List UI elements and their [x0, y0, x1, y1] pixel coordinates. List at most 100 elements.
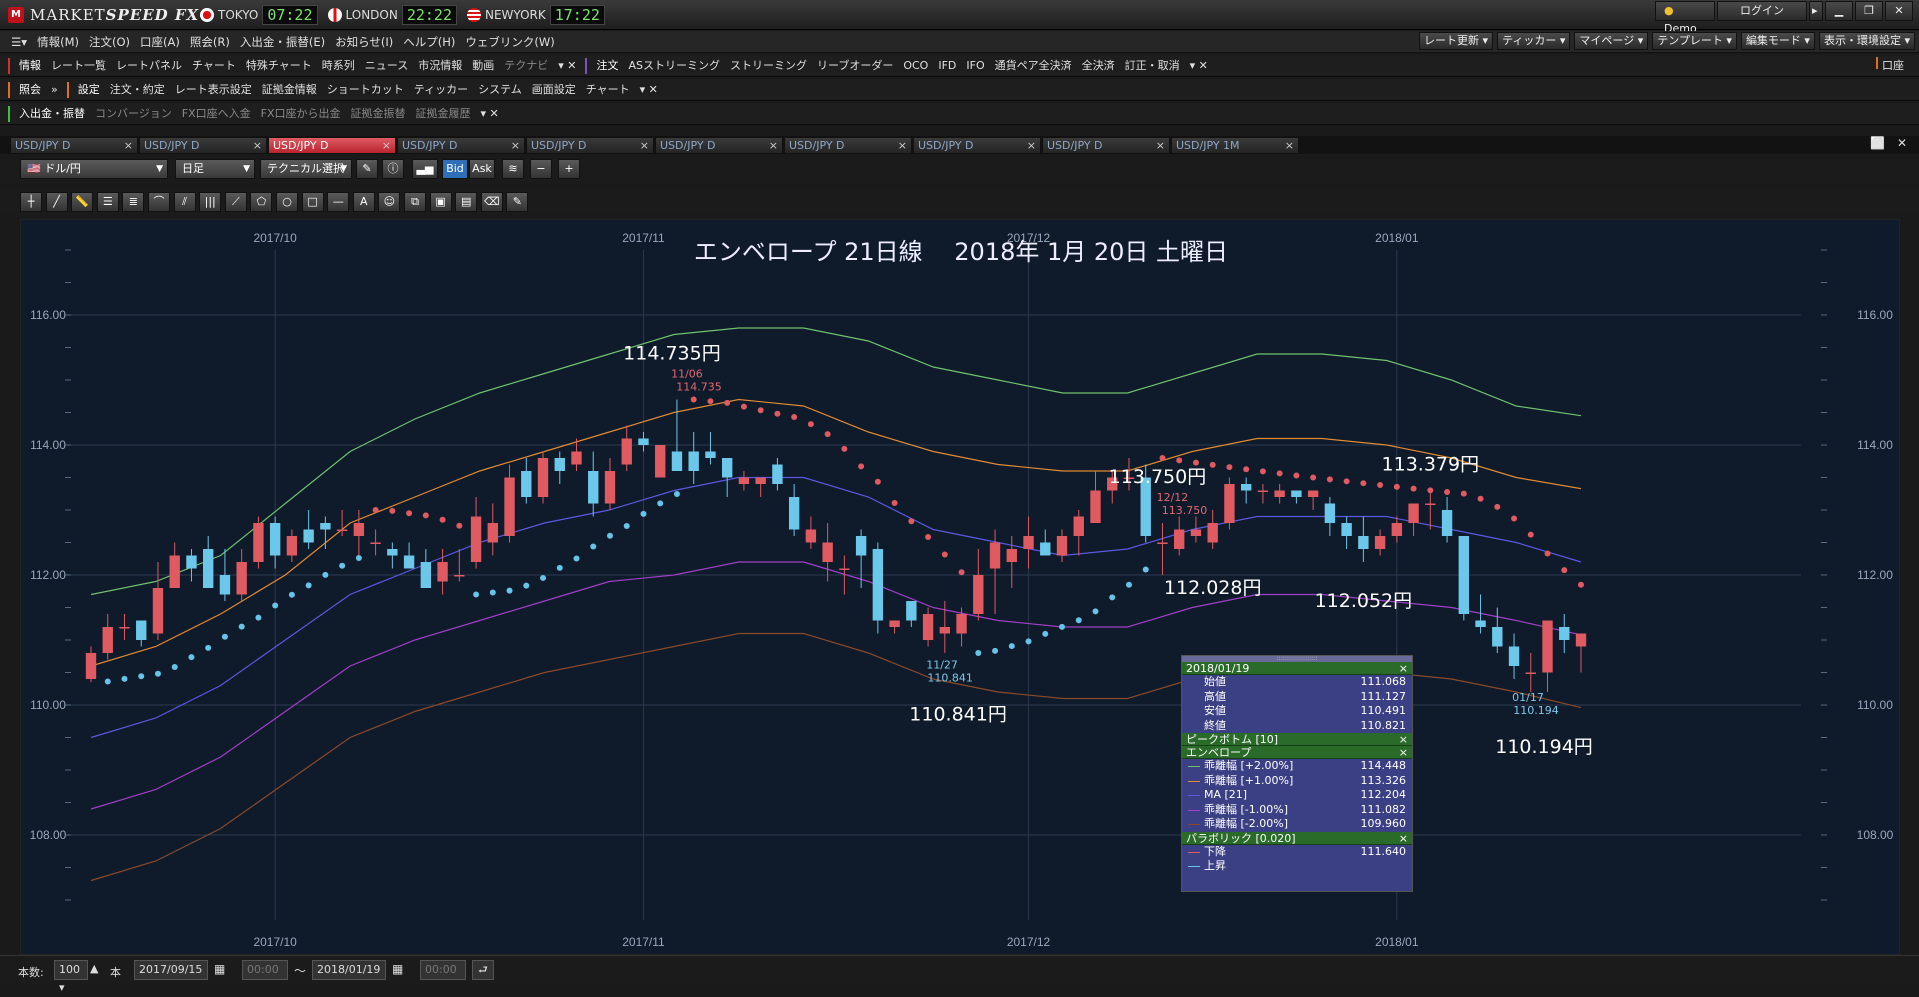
tab-close-icon[interactable]: ×	[769, 138, 778, 154]
channel-icon[interactable]: ⟋	[224, 192, 247, 212]
trend-icon[interactable]: ⫽	[173, 192, 196, 212]
fan-icon[interactable]: ⌒	[148, 192, 170, 212]
menu-item-7[interactable]: ウェブリンク(W)	[460, 31, 559, 53]
multiline-icon[interactable]: ≣	[122, 192, 145, 212]
order-item-7[interactable]: 全決済	[1077, 55, 1120, 77]
demo-button[interactable]: ● Demo	[1655, 1, 1715, 35]
ask-button[interactable]: Ask	[469, 159, 495, 179]
login-button[interactable]: ログイン	[1717, 1, 1807, 21]
chart-tab-2[interactable]: USD/JPY D ×	[268, 137, 396, 154]
order-item-4[interactable]: IFD	[933, 55, 961, 77]
order-item-0[interactable]: ASストリーミング	[623, 55, 725, 77]
login-arrow-button[interactable]: ▸	[1809, 1, 1823, 21]
eraser-icon[interactable]: ⌫	[480, 192, 503, 212]
bid-button[interactable]: Bid	[442, 159, 468, 179]
hline-icon[interactable]: ☰	[96, 192, 119, 212]
tab-close-icon[interactable]: ×	[124, 138, 133, 154]
menu-item-3[interactable]: 照会(R)	[185, 31, 235, 53]
settings-item-6[interactable]: 画面設定	[527, 79, 581, 101]
from-date-field[interactable]: 2017/09/15	[134, 960, 208, 980]
line-icon[interactable]: ╱	[45, 192, 68, 212]
tab-close-icon[interactable]: ×	[1285, 138, 1294, 154]
chart-tab-0[interactable]: USD/JPY D ×	[10, 137, 138, 154]
circle-icon[interactable]: ○	[276, 192, 298, 212]
transfer-item-2[interactable]: FX口座から出金	[256, 103, 346, 125]
count-select[interactable]: 100 ▾	[54, 960, 88, 994]
info-item-1[interactable]: レートパネル	[111, 55, 187, 77]
settings-item-0[interactable]: 注文・約定	[105, 79, 170, 101]
chart-tab-4[interactable]: USD/JPY D ×	[526, 137, 654, 154]
restore-button[interactable]: ❐	[1855, 1, 1883, 21]
info-item-4[interactable]: 時系列	[317, 55, 360, 77]
technical-select[interactable]: テクニカル選択 ▼	[260, 159, 352, 179]
data-window[interactable]: :::::::::::::::::::: 2018/01/19 × 始値 111.0…	[1181, 655, 1413, 892]
close-window-button[interactable]: ✕	[1885, 1, 1913, 21]
candlestick-chart[interactable]: 108.00 108.00 110.00 110.00 112.00 112.00 114.…	[21, 220, 1901, 956]
calendar-icon[interactable]: ▦	[392, 962, 403, 976]
tab-close-icon[interactable]: ×	[253, 138, 262, 154]
close-icon[interactable]: ×	[1399, 746, 1408, 759]
crosshair-icon[interactable]: ┼	[20, 192, 42, 212]
settings-item-2[interactable]: 証拠金情報	[257, 79, 322, 101]
toolbar-dropdown-icon[interactable]: ▾ ✕	[1185, 55, 1213, 77]
apply-range-icon[interactable]: ⮐	[472, 960, 494, 980]
from-time-field[interactable]: 00:00	[242, 960, 288, 980]
transfer-item-3[interactable]: 証拠金振替	[346, 103, 411, 125]
order-item-2[interactable]: リーブオーダー	[812, 55, 898, 77]
settings-item-4[interactable]: ティッカー	[409, 79, 473, 101]
menu-right-button-1[interactable]: ティッカー ▾	[1497, 32, 1571, 50]
tab-close-icon[interactable]: ×	[898, 138, 907, 154]
info-item-7[interactable]: 動画	[467, 55, 499, 77]
zoom-out-icon[interactable]: −	[530, 159, 552, 179]
toolbar-dropdown-icon[interactable]: ▾ ✕	[635, 79, 663, 101]
tab-close-icon[interactable]: ×	[511, 138, 520, 154]
toolbar-collapse-icon[interactable]: »	[46, 79, 63, 101]
settings-item-5[interactable]: システム	[473, 79, 527, 101]
close-icon[interactable]: ×	[1399, 662, 1408, 675]
period-select[interactable]: 日足 ▼	[175, 159, 255, 179]
menu-item-4[interactable]: 入出金・振替(E)	[235, 31, 330, 53]
technavi-item[interactable]: テクナビ	[499, 55, 553, 77]
transfer-item-1[interactable]: FX口座へ入金	[177, 103, 256, 125]
transfer-item-0[interactable]: コンバージョン	[90, 103, 177, 125]
close-icon[interactable]: ×	[1399, 832, 1408, 845]
rect-icon[interactable]: □	[301, 192, 324, 212]
menu-item-1[interactable]: 注文(O)	[84, 31, 135, 53]
menu-item-2[interactable]: 口座(A)	[135, 31, 185, 53]
pen-icon[interactable]: ✎	[356, 159, 378, 179]
info-item-2[interactable]: チャート	[187, 55, 241, 77]
ruler-icon[interactable]: 📏	[71, 192, 94, 212]
chart-tab-9[interactable]: USD/JPY 1M ×	[1171, 137, 1299, 154]
menu-item-5[interactable]: お知らせ(I)	[330, 31, 398, 53]
chart-area[interactable]: 108.00 108.00 110.00 110.00 112.00 112.00 114.…	[20, 219, 1900, 955]
maximize-chart-icon[interactable]: ⬜	[1870, 136, 1885, 150]
pair-select[interactable]: 🇺🇸 ドル/円 ▼	[20, 159, 168, 179]
order-item-5[interactable]: IFO	[961, 55, 989, 77]
menu-item-6[interactable]: ヘルプ(H)	[398, 31, 460, 53]
hbar-icon[interactable]: —	[327, 192, 350, 212]
chart-tab-6[interactable]: USD/JPY D ×	[784, 137, 912, 154]
info-item-3[interactable]: 特殊チャート	[241, 55, 317, 77]
layer-icon[interactable]: ▤	[455, 192, 478, 212]
settings-item-1[interactable]: レート表示設定	[170, 79, 257, 101]
calendar-icon[interactable]: ▦	[214, 962, 225, 976]
chart-tab-1[interactable]: USD/JPY D ×	[139, 137, 267, 154]
order-item-1[interactable]: ストリーミング	[725, 55, 812, 77]
vlines-icon[interactable]: |||	[199, 192, 222, 212]
chart-type-icon[interactable]: ▃▅	[412, 159, 438, 179]
chart-tab-8[interactable]: USD/JPY D ×	[1042, 137, 1170, 154]
pentagon-icon[interactable]: ⬠	[250, 192, 273, 212]
menu-right-button-2[interactable]: マイページ ▾	[1574, 32, 1649, 50]
settings-item-3[interactable]: ショートカット	[322, 79, 409, 101]
tab-close-icon[interactable]: ×	[1156, 138, 1165, 154]
menu-right-button-4[interactable]: 編集モード ▾	[1740, 32, 1815, 50]
paste-icon[interactable]: ▣	[429, 192, 452, 212]
info-item-5[interactable]: ニュース	[360, 55, 413, 77]
count-up-icon[interactable]: ▲	[90, 962, 98, 975]
chart-tab-7[interactable]: USD/JPY D ×	[913, 137, 1041, 154]
info-icon[interactable]: ⓘ	[382, 159, 404, 179]
chart-tab-3[interactable]: USD/JPY D ×	[397, 137, 525, 154]
close-icon[interactable]: ×	[1399, 733, 1408, 746]
toolbar-dropdown-icon[interactable]: ▾ ✕	[553, 55, 581, 77]
tab-close-icon[interactable]: ×	[1027, 138, 1036, 154]
